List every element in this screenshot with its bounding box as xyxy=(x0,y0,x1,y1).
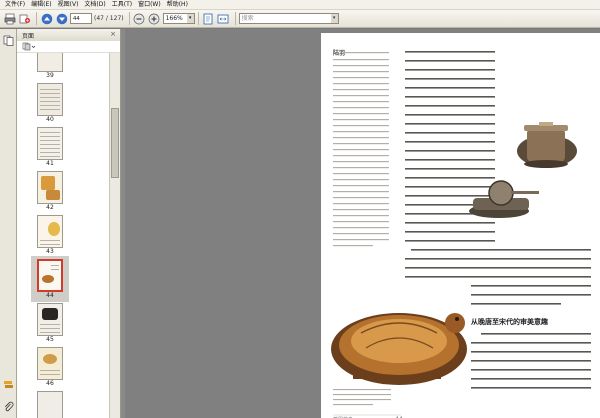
zoom-in-icon[interactable] xyxy=(148,12,161,25)
options-icon[interactable] xyxy=(22,42,36,51)
pages-panel-header: 页面 × xyxy=(17,29,120,41)
menu-window[interactable]: 窗口(W) xyxy=(135,0,164,10)
zoom-select[interactable]: 166% ▾ xyxy=(162,13,195,24)
menu-help[interactable]: 帮助(H) xyxy=(164,0,191,10)
chevron-down-icon: ▾ xyxy=(186,14,194,23)
pages-panel-title: 页面 xyxy=(22,32,35,40)
page-thumbnail-label: 39 xyxy=(46,72,54,79)
menu-tools[interactable]: 工具(T) xyxy=(109,0,135,10)
print-icon[interactable] xyxy=(3,12,16,25)
section-title: 从晚唐至宋代的审美意趣 xyxy=(471,317,549,326)
menu-document[interactable]: 文档(D) xyxy=(81,0,108,10)
search-field[interactable]: 搜索 ▾ xyxy=(238,13,339,24)
fit-width-icon[interactable] xyxy=(217,12,230,25)
fit-page-icon[interactable] xyxy=(202,12,215,25)
attachment-icon[interactable] xyxy=(3,401,14,412)
document-view: 陆羽 从晚唐至宋代的审美意趣 xyxy=(125,29,600,418)
toolbar: (47 / 127) 166% ▾ 搜索 ▾ xyxy=(0,10,600,28)
toolbar-divider xyxy=(128,12,130,25)
layers-icon[interactable] xyxy=(3,379,14,390)
menu-edit[interactable]: 编辑(E) xyxy=(28,0,54,10)
page-thumbnail-selected[interactable] xyxy=(37,259,63,292)
menu-bar: 文件(F) 编辑(E) 视图(V) 文档(D) 工具(T) 窗口(W) 帮助(H… xyxy=(0,0,600,10)
page-count: (47 / 127) xyxy=(94,15,124,22)
menu-view[interactable]: 视图(V) xyxy=(55,0,82,10)
thumbnail-scrollbar[interactable] xyxy=(109,53,120,418)
toolbar-divider xyxy=(36,12,37,25)
page-content: 陆羽 从晚唐至宋代的审美意趣 xyxy=(331,49,591,418)
search-placeholder: 搜索 xyxy=(241,15,254,22)
pages-panel-options xyxy=(17,41,120,53)
page-thumbnail[interactable] xyxy=(37,127,63,160)
teaware-image-top xyxy=(517,122,577,168)
page-thumbnail[interactable] xyxy=(37,303,63,336)
previous-page-icon[interactable] xyxy=(40,12,53,25)
navigation-icon-strip xyxy=(0,29,17,418)
page-thumbnail[interactable] xyxy=(37,391,63,418)
pages-icon[interactable] xyxy=(3,35,14,46)
zoom-out-icon[interactable] xyxy=(133,12,146,25)
toolbar-divider xyxy=(234,12,236,25)
page-thumbnail[interactable] xyxy=(37,215,63,248)
thumbnail-list: 39 40 41 42 43 44 45 46 xyxy=(17,53,109,418)
chevron-down-icon: ▾ xyxy=(330,14,338,23)
turtle-teaware-image xyxy=(331,313,467,385)
page-thumbnail[interactable] xyxy=(37,53,63,72)
pdf-page: 陆羽 从晚唐至宋代的审美意趣 xyxy=(321,33,600,418)
pages-panel: 页面 × 39 40 41 42 43 44 45 46 xyxy=(17,29,121,418)
close-icon[interactable]: × xyxy=(110,30,116,38)
menu-file[interactable]: 文件(F) xyxy=(2,0,28,10)
share-icon[interactable] xyxy=(18,12,31,25)
page-thumbnail-label: 45 xyxy=(46,336,54,343)
page-thumbnail[interactable] xyxy=(37,83,63,116)
toolbar-divider xyxy=(197,12,199,25)
page-thumbnail[interactable] xyxy=(37,171,63,204)
page-thumbnail-label: 42 xyxy=(46,204,54,211)
page-thumbnail-label: 46 xyxy=(46,380,54,387)
scrollbar-thumb[interactable] xyxy=(111,108,119,178)
page-thumbnail[interactable] xyxy=(37,347,63,380)
page-thumbnail-label: 41 xyxy=(46,160,54,167)
page-thumbnail-label: 40 xyxy=(46,116,54,123)
next-page-icon[interactable] xyxy=(55,12,68,25)
page-thumbnail-label: 43 xyxy=(46,248,54,255)
page-thumbnail-label: 44 xyxy=(46,292,54,299)
zoom-value: 166% xyxy=(165,15,183,22)
page-number-input[interactable] xyxy=(70,13,92,24)
